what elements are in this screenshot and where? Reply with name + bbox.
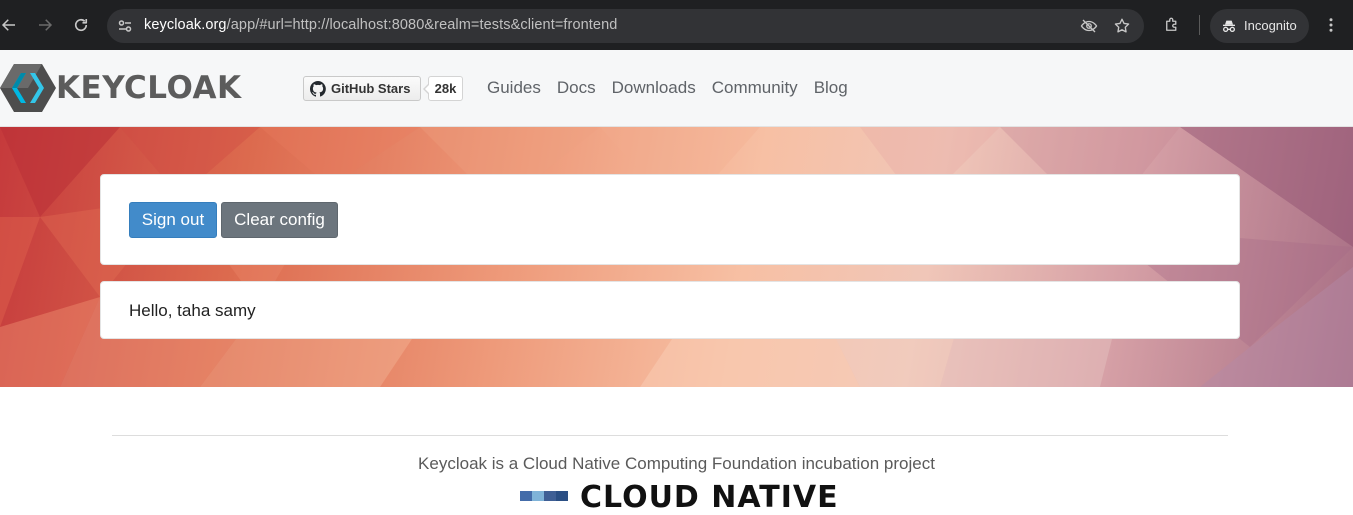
back-arrow-icon bbox=[1, 19, 15, 31]
site-header: KEYCLOAK GitHub Stars 28k Guides Docs Do… bbox=[0, 50, 1353, 127]
url-host: keycloak.org bbox=[144, 17, 227, 33]
hero-banner: Sign out Clear config Hello, taha samy bbox=[0, 127, 1353, 387]
browser-menu-icon[interactable] bbox=[1322, 16, 1340, 34]
greeting-text: Hello, taha samy bbox=[129, 301, 256, 320]
toolbar-divider bbox=[1199, 15, 1200, 35]
forward-button[interactable] bbox=[30, 10, 60, 40]
browser-toolbar: keycloak.org/app/#url=http://localhost:8… bbox=[0, 0, 1353, 50]
github-stars-count[interactable]: 28k bbox=[423, 76, 463, 101]
keycloak-logo[interactable]: KEYCLOAK bbox=[0, 62, 241, 114]
clear-config-button[interactable]: Clear config bbox=[221, 202, 338, 238]
greeting-card: Hello, taha samy bbox=[100, 281, 1240, 339]
url-text[interactable]: keycloak.org/app/#url=http://localhost:8… bbox=[144, 17, 617, 33]
logo-wordmark: KEYCLOAK bbox=[56, 70, 242, 106]
github-stars-label: GitHub Stars bbox=[331, 81, 411, 96]
extensions-puzzle-icon[interactable] bbox=[1163, 16, 1181, 34]
forward-arrow-icon bbox=[39, 19, 53, 31]
incognito-label: Incognito bbox=[1244, 18, 1297, 33]
nav-community[interactable]: Community bbox=[712, 78, 798, 98]
address-bar[interactable]: keycloak.org/app/#url=http://localhost:8… bbox=[107, 9, 1144, 43]
back-button[interactable] bbox=[0, 10, 24, 40]
site-nav: Guides Docs Downloads Community Blog bbox=[487, 78, 864, 98]
cncf-wordmark: CLOUD NATIVE bbox=[580, 480, 839, 515]
url-path: /app/#url=http://localhost:8080&realm=te… bbox=[226, 17, 618, 33]
cncf-mark-icon bbox=[520, 491, 568, 501]
bookmark-star-icon[interactable] bbox=[1113, 17, 1131, 35]
eye-off-icon[interactable] bbox=[1080, 17, 1098, 35]
sign-out-button[interactable]: Sign out bbox=[129, 202, 217, 238]
nav-docs[interactable]: Docs bbox=[557, 78, 596, 98]
nav-blog[interactable]: Blog bbox=[814, 78, 848, 98]
keycloak-hexagon-icon bbox=[0, 64, 56, 112]
incognito-icon bbox=[1223, 20, 1235, 32]
github-icon bbox=[310, 80, 326, 97]
cncf-statement: Keycloak is a Cloud Native Computing Fou… bbox=[418, 454, 935, 473]
footer-divider bbox=[112, 435, 1228, 436]
nav-downloads[interactable]: Downloads bbox=[612, 78, 696, 98]
actions-card: Sign out Clear config bbox=[100, 174, 1240, 265]
nav-guides[interactable]: Guides bbox=[487, 78, 541, 98]
cncf-logo[interactable]: CLOUD NATIVE bbox=[520, 483, 839, 513]
reload-button[interactable] bbox=[66, 10, 96, 40]
site-info-icon[interactable] bbox=[117, 18, 133, 34]
github-stars-button[interactable]: GitHub Stars bbox=[303, 76, 421, 101]
reload-icon bbox=[74, 18, 88, 32]
incognito-indicator[interactable]: Incognito bbox=[1210, 9, 1309, 43]
